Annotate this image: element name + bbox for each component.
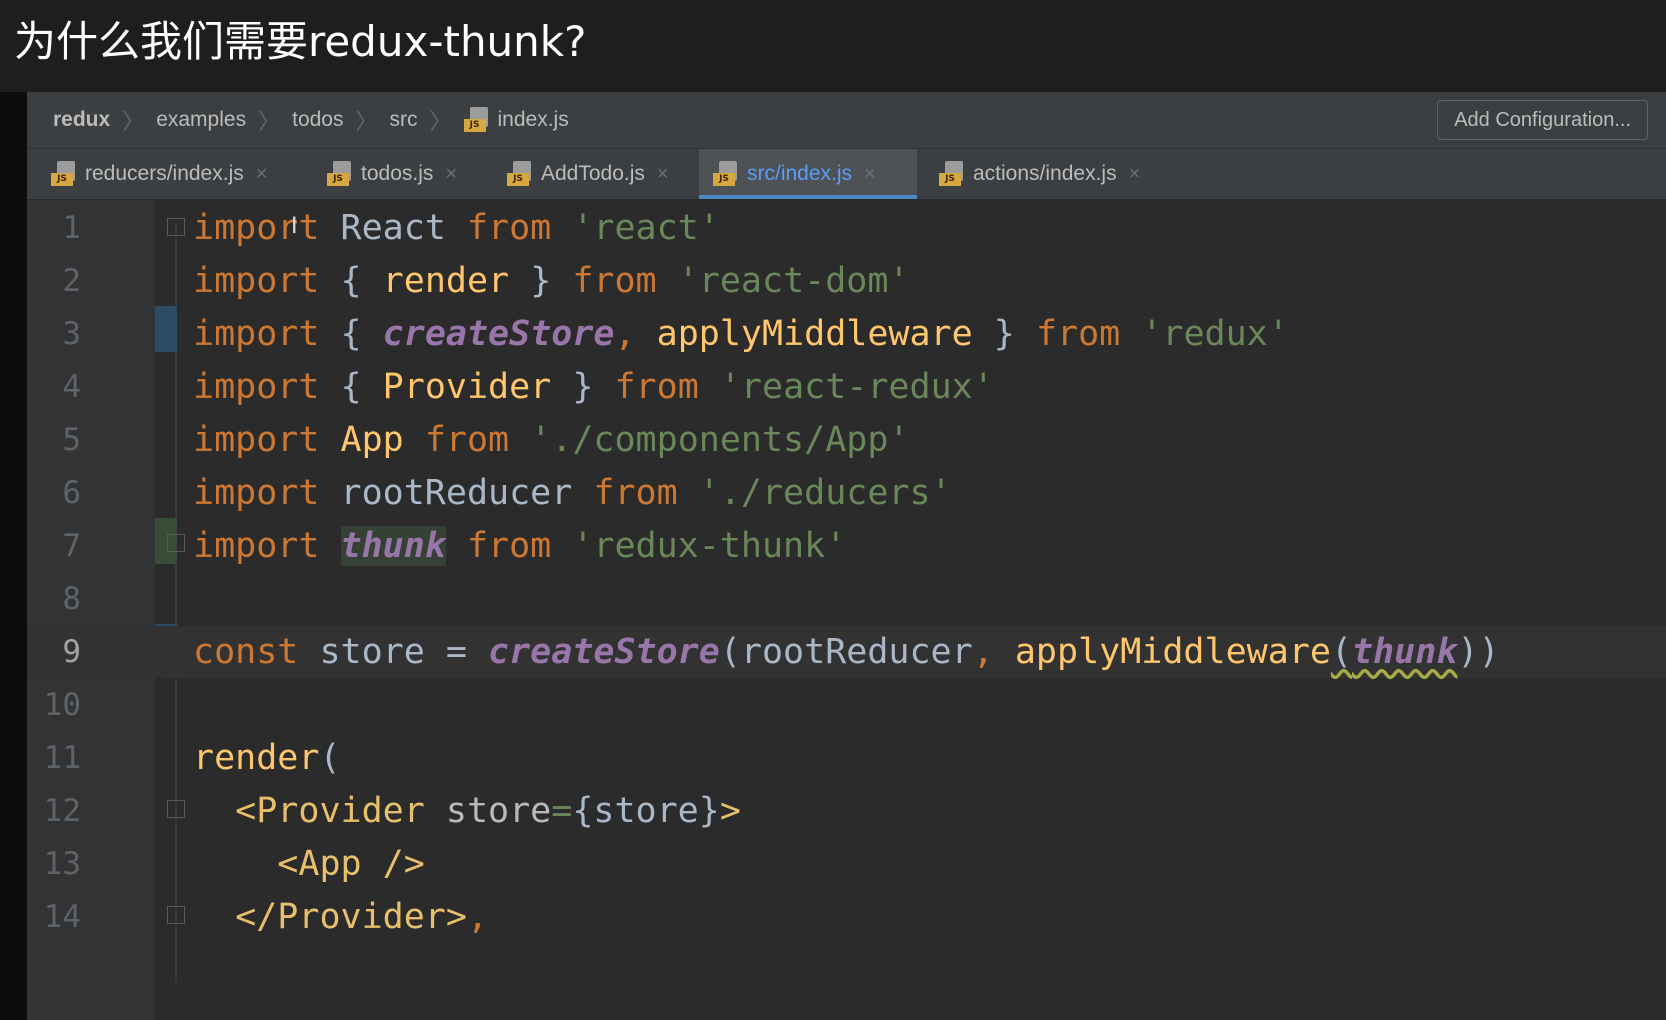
- code-line: 2 import { render } from 'react-dom': [27, 255, 1666, 307]
- text-cursor-icon: I: [291, 214, 298, 239]
- editor-tab-bar: JS reducers/index.js × JS todos.js × JS …: [27, 149, 1666, 200]
- code-line: 7 import thunk from 'redux-thunk': [27, 520, 1666, 572]
- breadcrumb: redux 〉 examples 〉 todos 〉 src 〉 JS inde…: [53, 92, 569, 148]
- left-edge-strip: [0, 92, 27, 1020]
- line-number: 8: [62, 581, 81, 617]
- line-number: 5: [62, 422, 81, 458]
- line-number: 9: [62, 634, 81, 670]
- js-file-icon: JS: [939, 161, 965, 187]
- close-icon[interactable]: ×: [256, 163, 268, 186]
- chevron-right-icon: 〉: [122, 109, 145, 134]
- code-line-current: 9 const store = createStore(rootReducer,…: [27, 626, 1666, 678]
- code-line: 12 <Provider store={store}>: [27, 785, 1666, 837]
- tab-todos[interactable]: JS todos.js ×: [313, 149, 485, 199]
- line-number: 13: [43, 846, 81, 882]
- breadcrumb-item-todos[interactable]: todos: [292, 108, 343, 132]
- breadcrumb-item-examples[interactable]: examples: [156, 108, 246, 132]
- video-title-bar: 为什么我们需要redux-thunk?: [0, 0, 1666, 92]
- js-file-icon: JS: [507, 161, 533, 187]
- tab-src-index[interactable]: JS src/index.js ×: [699, 149, 917, 199]
- close-icon[interactable]: ×: [864, 163, 876, 186]
- code-line: 8: [27, 573, 1666, 625]
- breadcrumb-item-file[interactable]: JS index.js: [463, 107, 569, 133]
- close-icon[interactable]: ×: [1129, 163, 1141, 186]
- line-number: 7: [62, 528, 81, 564]
- close-icon[interactable]: ×: [657, 163, 669, 186]
- code-line: 4 import { Provider } from 'react-redux': [27, 361, 1666, 413]
- js-file-icon: JS: [713, 161, 739, 187]
- line-number: 11: [43, 740, 81, 776]
- tab-reducers-index[interactable]: JS reducers/index.js ×: [37, 149, 305, 199]
- code-editor[interactable]: 1 import React from 'react' I 2 import {…: [27, 200, 1666, 1020]
- tab-label: actions/index.js: [973, 162, 1117, 185]
- code-line: 5 import App from './components/App': [27, 414, 1666, 466]
- tab-actions-index[interactable]: JS actions/index.js ×: [925, 149, 1165, 199]
- tab-label: AddTodo.js: [541, 162, 645, 185]
- ide-window: redux 〉 examples 〉 todos 〉 src 〉 JS inde…: [27, 92, 1666, 1020]
- js-file-icon: JS: [327, 161, 353, 187]
- code-line: 3 import { createStore, applyMiddleware …: [27, 308, 1666, 360]
- chevron-right-icon: 〉: [355, 109, 378, 134]
- tab-label: todos.js: [361, 162, 434, 185]
- line-number: 14: [43, 899, 81, 935]
- js-file-icon: JS: [51, 161, 77, 187]
- code-line: 13 <App />: [27, 838, 1666, 890]
- line-number: 12: [43, 793, 81, 829]
- page-title: 为什么我们需要redux-thunk?: [14, 17, 587, 66]
- code-line: 6 import rootReducer from './reducers': [27, 467, 1666, 519]
- line-number: 6: [62, 475, 81, 511]
- tab-label: src/index.js: [747, 162, 853, 185]
- tab-addtodo[interactable]: JS AddTodo.js ×: [493, 149, 693, 199]
- line-number: 10: [43, 687, 81, 723]
- code-line: 14 </Provider>,: [27, 891, 1666, 943]
- tab-label: reducers/index.js: [85, 162, 244, 185]
- breadcrumb-item-redux[interactable]: redux: [53, 108, 110, 132]
- line-number: 3: [62, 316, 81, 352]
- code-line: 10: [27, 679, 1666, 731]
- close-icon[interactable]: ×: [445, 163, 457, 186]
- code-line: 1 import React from 'react': [27, 202, 1666, 254]
- breadcrumb-item-src[interactable]: src: [390, 108, 418, 132]
- js-file-icon: JS: [463, 107, 490, 133]
- navigation-bar: redux 〉 examples 〉 todos 〉 src 〉 JS inde…: [27, 92, 1666, 149]
- line-number: 1: [62, 210, 81, 246]
- line-number: 2: [62, 263, 81, 299]
- add-configuration-button[interactable]: Add Configuration...: [1437, 100, 1648, 140]
- code-line: 11 render(: [27, 732, 1666, 784]
- chevron-right-icon: 〉: [258, 109, 281, 134]
- chevron-right-icon: 〉: [429, 109, 452, 134]
- line-number: 4: [62, 369, 81, 405]
